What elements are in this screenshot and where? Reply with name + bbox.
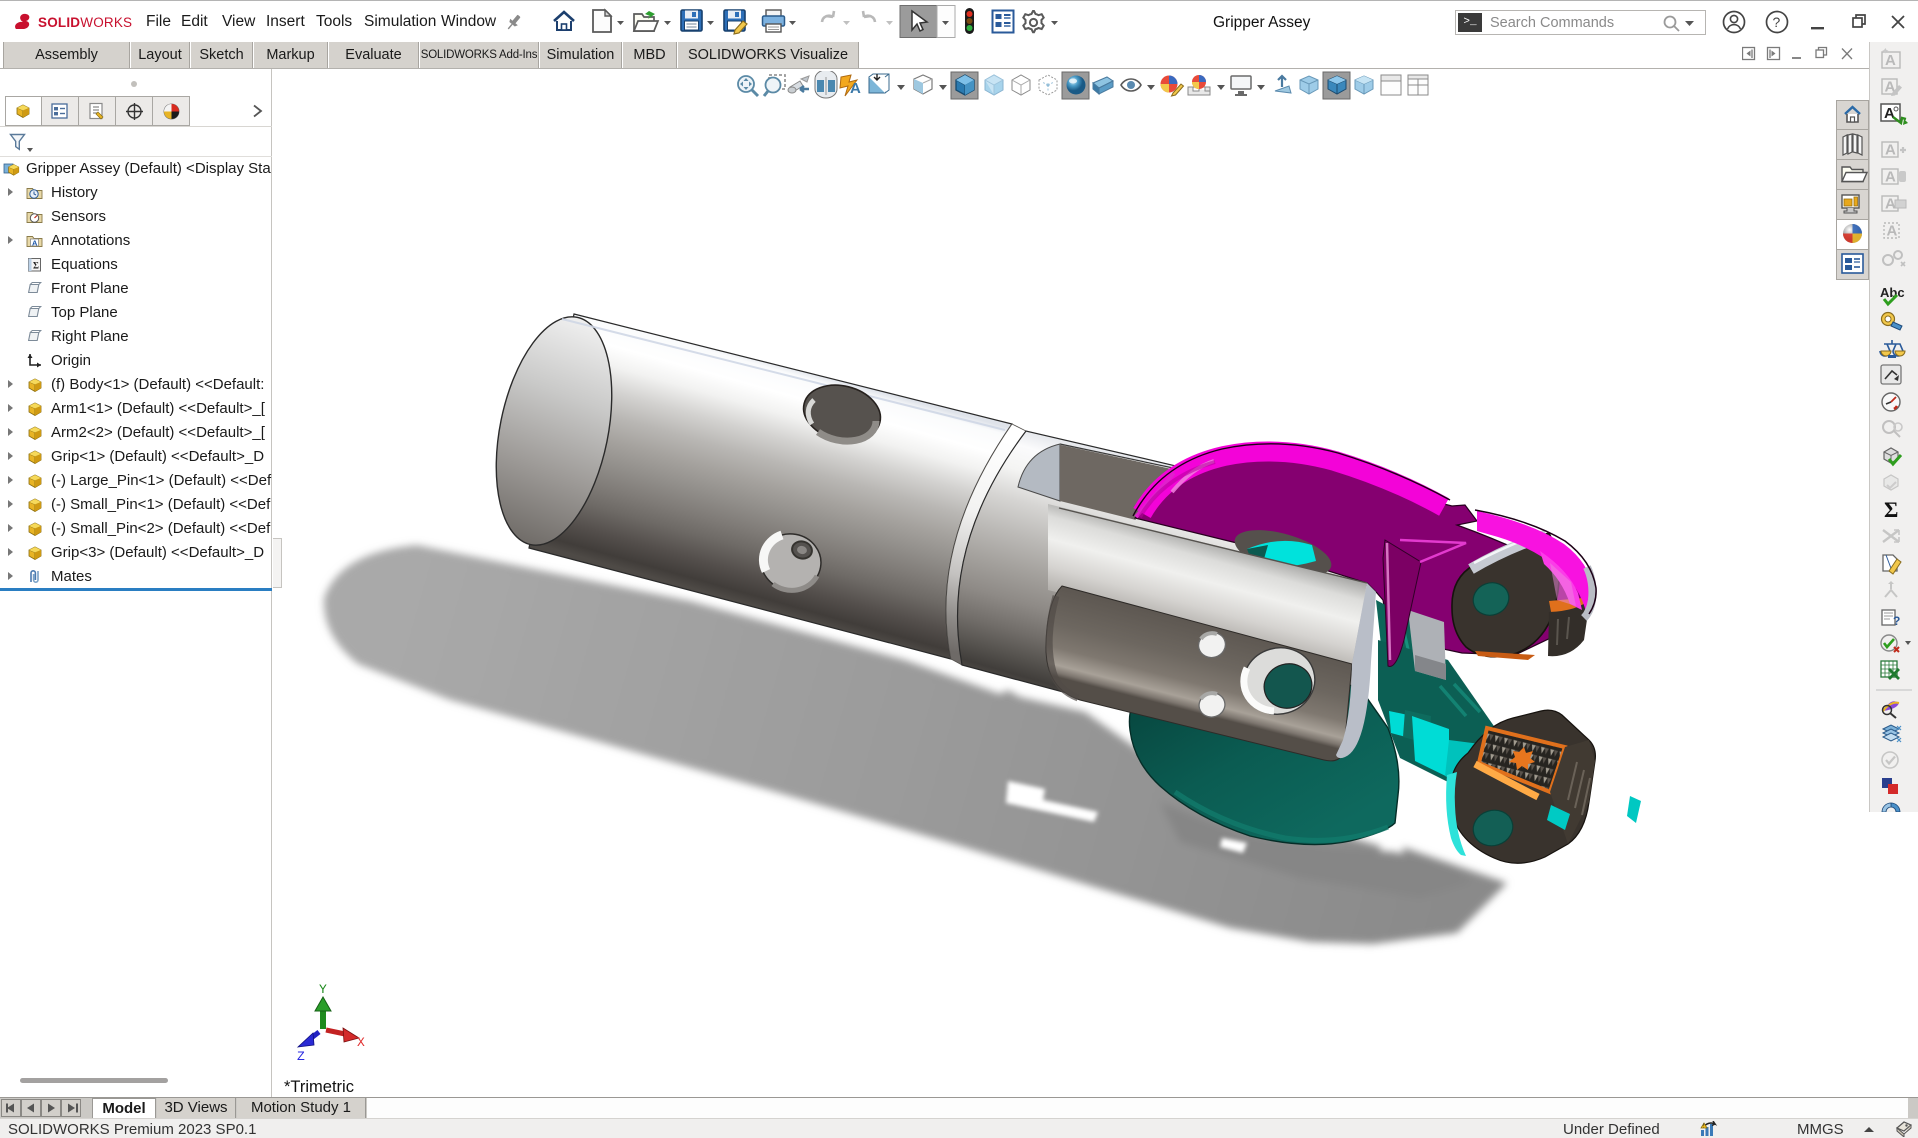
svg-text:Σ: Σ xyxy=(33,261,39,271)
svg-text:A: A xyxy=(1885,142,1896,159)
svg-text:Z: Z xyxy=(297,1049,305,1064)
svg-text:*Trimetric: *Trimetric xyxy=(284,1078,354,1096)
svg-text:A: A xyxy=(850,80,861,97)
svg-text:A: A xyxy=(1885,196,1896,213)
svg-text:A: A xyxy=(1887,223,1898,240)
svg-text:A: A xyxy=(32,239,38,248)
svg-text:?: ? xyxy=(1893,614,1900,628)
svg-text:Y: Y xyxy=(319,982,327,997)
svg-text:X: X xyxy=(357,1035,365,1050)
svg-text:Σ: Σ xyxy=(1884,497,1898,522)
svg-text:?: ? xyxy=(1773,14,1781,30)
svg-text:A: A xyxy=(1885,169,1896,186)
svg-text:SOLIDWORKS: SOLIDWORKS xyxy=(38,15,132,30)
svg-text:A: A xyxy=(1885,52,1896,69)
svg-text:A: A xyxy=(1884,105,1895,122)
